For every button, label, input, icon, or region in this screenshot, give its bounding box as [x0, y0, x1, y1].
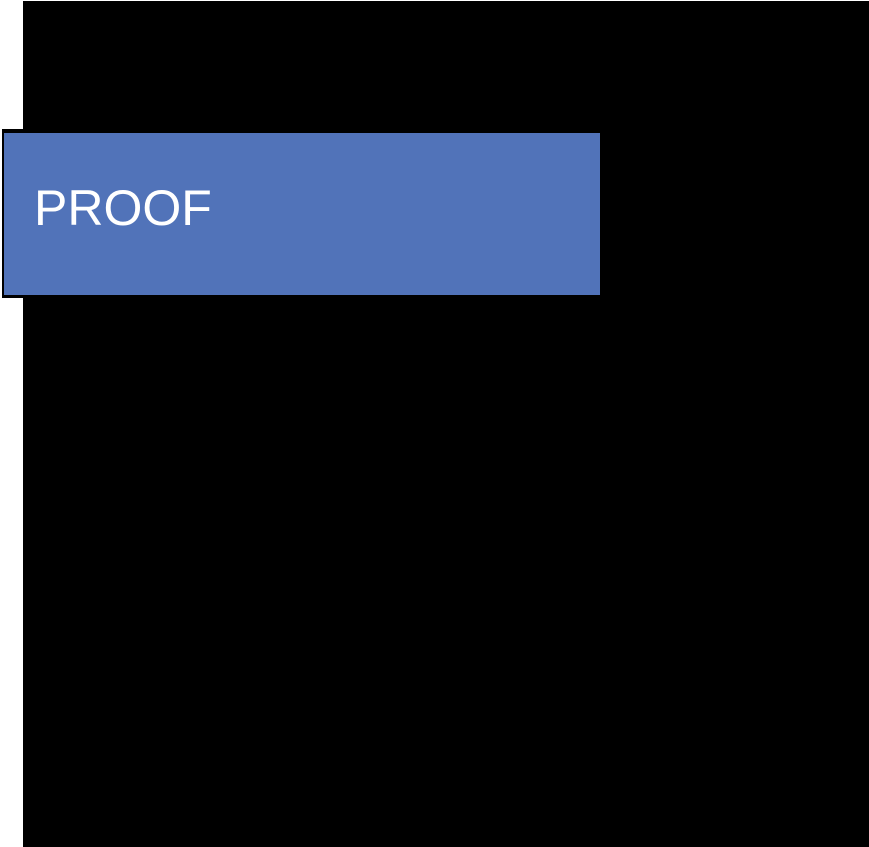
proof-label: PROOF	[34, 180, 212, 236]
slide-canvas: PROOF	[0, 0, 869, 847]
black-panel	[23, 1, 869, 847]
